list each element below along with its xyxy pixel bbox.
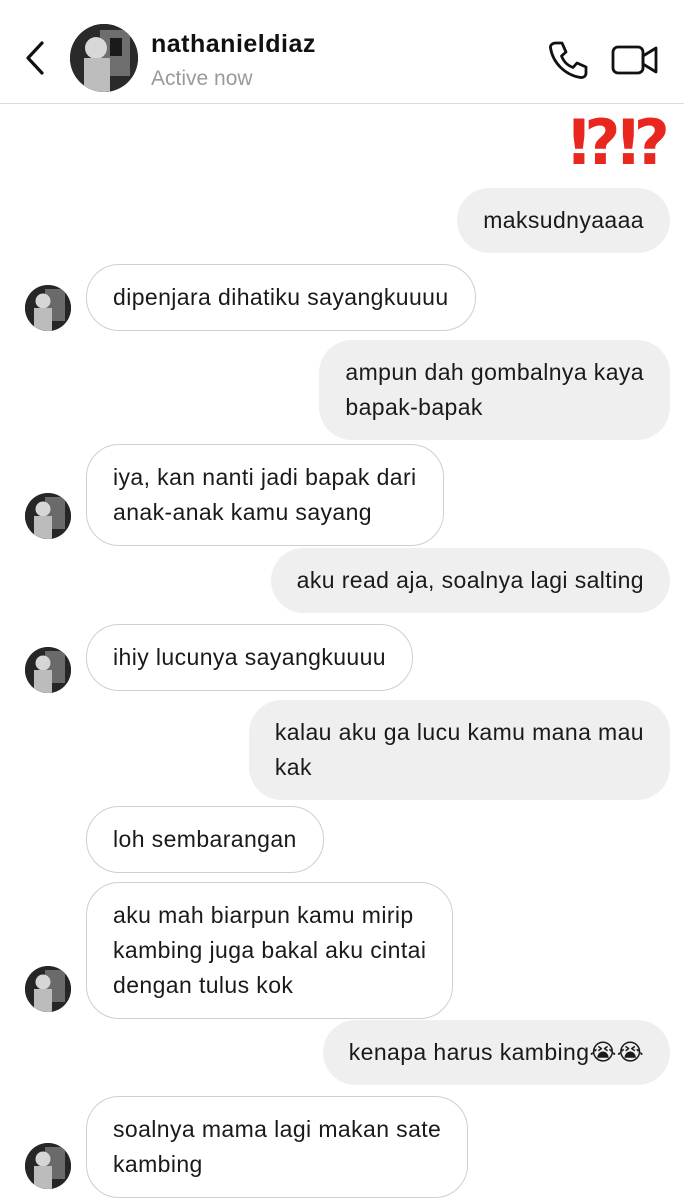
received-message[interactable]: ihiy lucunya sayangkuuuu (86, 624, 413, 691)
sent-message[interactable]: aku read aja, soalnya lagi salting (270, 548, 670, 613)
received-message[interactable]: dipenjara dihatiku sayangkuuuu (86, 264, 476, 331)
sent-message[interactable]: ampun dah gombalnya kaya bapak-bapak (319, 340, 670, 440)
sent-message[interactable]: maksudnyaaaa (457, 188, 670, 253)
chat-header: nathanieldiaz Active now (0, 0, 684, 104)
received-message[interactable]: iya, kan nanti jadi bapak dari anak-anak… (86, 444, 444, 546)
video-call-button[interactable] (611, 40, 659, 80)
chevron-left-icon (26, 41, 44, 75)
sent-message[interactable]: kenapa harus kambing😭😭 (322, 1020, 670, 1085)
sender-avatar[interactable] (25, 285, 71, 331)
sender-avatar[interactable] (25, 493, 71, 539)
sender-avatar[interactable] (25, 1143, 71, 1189)
contact-name[interactable]: nathanieldiaz (151, 30, 316, 59)
sender-avatar[interactable] (25, 966, 71, 1012)
audio-call-button[interactable] (546, 38, 590, 82)
video-camera-icon (611, 45, 658, 75)
active-status: Active now (151, 67, 253, 90)
phone-icon (549, 41, 588, 79)
avatar-photo (70, 24, 138, 92)
received-message[interactable]: aku mah biarpun kamu mirip kambing juga … (86, 882, 454, 1019)
sender-avatar[interactable] (25, 647, 71, 693)
received-message[interactable]: soalnya mama lagi makan sate kambing (86, 1096, 469, 1198)
received-message[interactable]: loh sembarangan (86, 806, 324, 873)
contact-avatar[interactable] (70, 24, 138, 92)
sent-message[interactable]: kalau aku ga lucu kamu mana mau kak (248, 700, 670, 800)
reaction-emoji: ⁉⁉ (569, 106, 670, 179)
back-button[interactable] (18, 36, 52, 80)
